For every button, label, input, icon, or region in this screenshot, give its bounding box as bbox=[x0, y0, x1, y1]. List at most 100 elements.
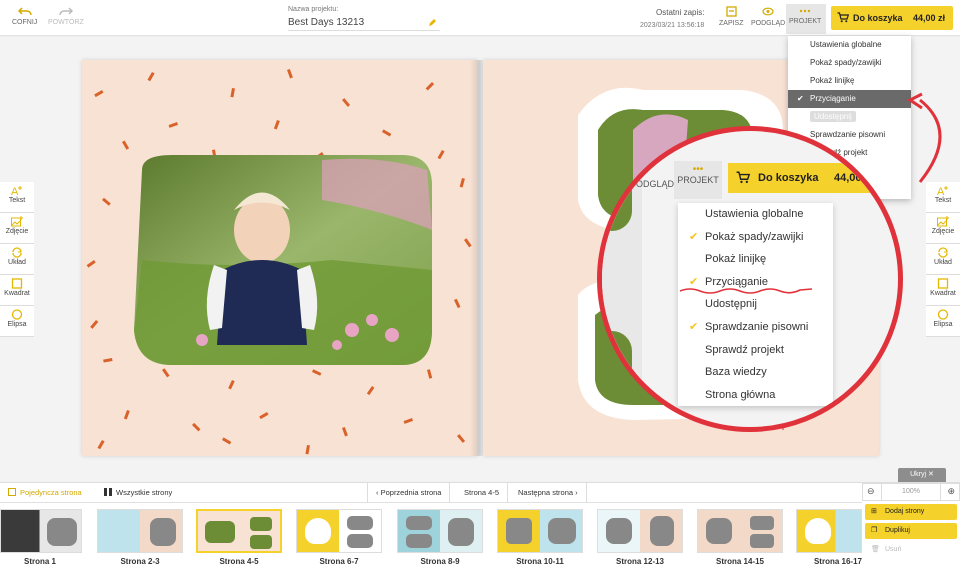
hide-strip-button[interactable]: Ukryj ✕ bbox=[898, 468, 946, 482]
add-to-cart-button[interactable]: Do koszyka 44,00 zł bbox=[831, 6, 953, 30]
tool-layout[interactable]: Układ bbox=[0, 244, 34, 275]
svg-text:A: A bbox=[11, 186, 19, 196]
page-thumbnail[interactable] bbox=[597, 509, 683, 553]
prev-page-button[interactable]: ‹ Poprzednia strona bbox=[367, 483, 451, 503]
chevron-right-icon: › bbox=[573, 488, 578, 497]
mag-cart-button: Do koszyka 44,00 bbox=[728, 163, 898, 193]
last-save-timestamp: 2023/03/21 13:56:18 bbox=[640, 22, 705, 29]
tab-all-pages[interactable]: Wszystkie strony bbox=[96, 483, 180, 503]
zoom-out-icon[interactable]: ⊖ bbox=[867, 486, 875, 497]
thumbnail-label: Strona 4-5 bbox=[219, 557, 259, 566]
delete-label: Usuń bbox=[885, 546, 902, 553]
menu-item-label: Pokaż linijkę bbox=[810, 76, 855, 85]
mag-item-snapping: ✔ Przyciąganie bbox=[678, 271, 833, 294]
project-name-input[interactable]: Best Days 13213 bbox=[288, 17, 440, 31]
page-thumbnail[interactable] bbox=[397, 509, 483, 553]
mag-item-label: Sprawdź projekt bbox=[705, 343, 784, 356]
mag-project-menu: Ustawienia globalne ✔ Pokaż spady/zawijki… bbox=[678, 203, 833, 406]
save-icon bbox=[726, 6, 737, 17]
add-pages-button[interactable]: ⊞ Dodaj strony bbox=[865, 504, 957, 520]
menu-item-global-settings[interactable]: Ustawienia globalne bbox=[788, 36, 911, 54]
preview-button[interactable]: PODGLĄD bbox=[751, 6, 785, 28]
tool-square[interactable]: Kwadrat bbox=[926, 275, 960, 306]
delete-button[interactable]: 🗑 Usuń bbox=[865, 542, 957, 558]
tool-image[interactable]: Zdjęcie bbox=[926, 213, 960, 244]
layout-icon bbox=[12, 247, 22, 258]
tool-label: Zdjęcie bbox=[5, 228, 29, 235]
page-thumbnail[interactable] bbox=[0, 509, 82, 553]
mag-item-show-ruler: Pokaż linijkę bbox=[678, 248, 833, 271]
page-thumbnail[interactable] bbox=[697, 509, 783, 553]
more-dots-icon: ••• bbox=[692, 164, 704, 175]
thumbnail-label: Strona 1 bbox=[23, 557, 56, 566]
cart-label: Do koszyka bbox=[853, 13, 903, 23]
undo-icon bbox=[17, 7, 32, 16]
tool-image[interactable]: Zdjęcie bbox=[0, 213, 34, 244]
menu-item-label: Pokaż spady/zawijki bbox=[810, 58, 882, 67]
redo-button[interactable]: POWTÓRZ bbox=[48, 6, 84, 27]
tool-label: Zdjęcie bbox=[931, 228, 955, 235]
left-toolbar: A Tekst Zdjęcie Układ Kwadrat Elipsa bbox=[0, 182, 34, 337]
zoom-in-icon[interactable]: ⊕ bbox=[947, 486, 955, 497]
page-thumbnail[interactable] bbox=[796, 509, 862, 553]
thumbnail-label: Strona 2-3 bbox=[120, 557, 160, 566]
left-page[interactable] bbox=[82, 60, 478, 456]
confetti-pattern bbox=[86, 68, 472, 455]
project-menu-button[interactable]: PROJEKT bbox=[786, 4, 826, 34]
mag-item-label: Strona główna bbox=[705, 388, 776, 401]
current-page-indicator: Strona 4-5 bbox=[456, 483, 509, 503]
page-actions-panel: Ukryj ✕ ⊖ 100% ⊕ ⊞ Dodaj strony ❐ Duplikuj… bbox=[862, 468, 960, 572]
duplicate-icon: ❐ bbox=[871, 527, 878, 534]
add-page-icon: ⊞ bbox=[871, 508, 877, 515]
mag-cart-label: Do koszyka bbox=[758, 172, 819, 184]
save-label: ZAPISZ bbox=[719, 20, 744, 27]
tool-ellipse[interactable]: Elipsa bbox=[0, 306, 34, 337]
right-toolbar: A Tekst Zdjęcie Układ Kwadrat Elipsa bbox=[926, 182, 960, 337]
menu-item-show-bleed[interactable]: Pokaż spady/zawijki bbox=[788, 54, 911, 72]
tab-single-page[interactable]: Pojedyncza strona bbox=[0, 483, 90, 503]
page-thumbnail[interactable] bbox=[97, 509, 183, 553]
magnifier-callout: PODGLĄD ••• PROJEKT Do koszyka 44,00 Ust… bbox=[597, 126, 903, 432]
mag-item-label: Pokaż linijkę bbox=[705, 253, 767, 266]
tool-text[interactable]: A Tekst bbox=[926, 182, 960, 213]
zoom-value[interactable]: 100% bbox=[881, 484, 941, 500]
tool-label: Tekst bbox=[8, 197, 26, 204]
mag-item-label: Baza wiedzy bbox=[705, 366, 767, 379]
mag-cart-price: 44,00 bbox=[834, 172, 862, 184]
mag-item-label: Pokaż spady/zawijki bbox=[705, 230, 804, 243]
menu-item-show-ruler[interactable]: Pokaż linijkę bbox=[788, 72, 911, 90]
undo-button[interactable]: COFNIJ bbox=[12, 6, 37, 27]
tool-text[interactable]: A Tekst bbox=[0, 182, 34, 213]
duplicate-button[interactable]: ❐ Duplikuj bbox=[865, 523, 957, 539]
tool-label: Elipsa bbox=[7, 321, 27, 328]
next-page-button[interactable]: Następna strona › bbox=[510, 483, 587, 503]
svg-text:A: A bbox=[937, 186, 945, 196]
page-thumbnail[interactable] bbox=[296, 509, 382, 553]
redo-icon bbox=[59, 7, 73, 16]
prev-page-label: Poprzednia strona bbox=[380, 488, 442, 497]
mag-item-knowledge-base: Baza wiedzy bbox=[678, 361, 833, 384]
zoom-control: ⊖ 100% ⊕ bbox=[862, 483, 960, 501]
tool-square[interactable]: Kwadrat bbox=[0, 275, 34, 306]
undo-label: COFNIJ bbox=[12, 19, 38, 26]
layout-icon bbox=[938, 247, 948, 258]
tool-layout[interactable]: Układ bbox=[926, 244, 960, 275]
project-label: PROJEKT bbox=[789, 18, 822, 25]
mag-project-button: ••• PROJEKT bbox=[674, 161, 722, 199]
eye-icon bbox=[762, 7, 774, 16]
tool-label: Tekst bbox=[934, 197, 952, 204]
pencil-icon[interactable] bbox=[428, 18, 437, 27]
page-strip: Pojedyncza strona Wszystkie strony ‹ Pop… bbox=[0, 482, 960, 572]
tool-ellipse[interactable]: Elipsa bbox=[926, 306, 960, 337]
preview-label: PODGLĄD bbox=[751, 20, 786, 27]
text-add-icon: A bbox=[11, 186, 22, 196]
thumbnail-label: Strona 16-17 bbox=[813, 557, 862, 566]
save-button[interactable]: ZAPISZ bbox=[719, 6, 744, 28]
page-thumbnail[interactable] bbox=[497, 509, 583, 553]
grid-icon bbox=[104, 488, 112, 496]
page-thumbnail[interactable] bbox=[196, 509, 282, 553]
tool-label: Układ bbox=[934, 259, 952, 266]
more-dots-icon bbox=[799, 9, 811, 13]
mag-preview-label: PODGLĄD bbox=[630, 179, 675, 189]
top-toolbar: COFNIJ POWTÓRZ Nazwa projektu: Best Days… bbox=[0, 0, 960, 36]
